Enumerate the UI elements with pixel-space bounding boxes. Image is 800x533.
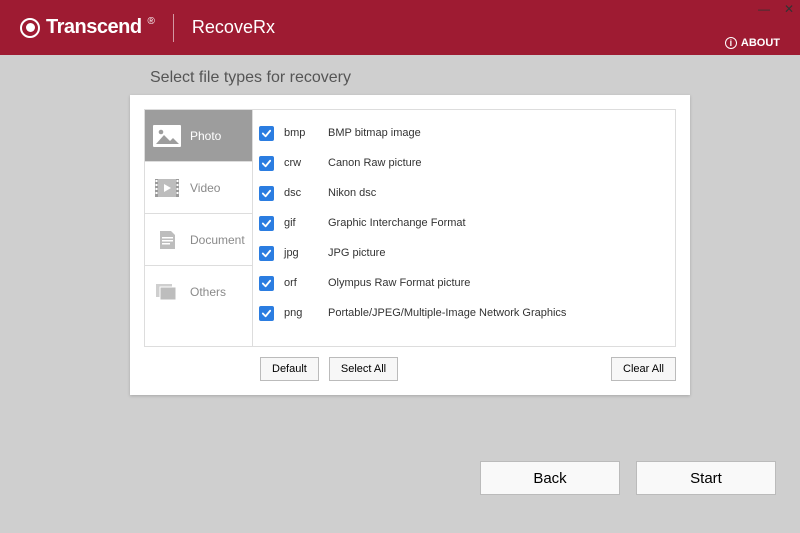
selection-panel: Photo Video — [130, 95, 690, 395]
category-photo[interactable]: Photo — [145, 110, 252, 162]
document-icon — [153, 229, 181, 251]
category-label: Photo — [190, 129, 221, 143]
checkbox[interactable] — [259, 246, 274, 261]
file-ext: gif — [284, 217, 318, 229]
file-desc: Olympus Raw Format picture — [328, 277, 470, 289]
file-desc: Canon Raw picture — [328, 157, 422, 169]
file-type-row: bmp BMP bitmap image — [259, 118, 669, 148]
app-name: RecoveRx — [192, 17, 275, 38]
app-header: Transcend ® RecoveRx i ABOUT — [0, 0, 800, 55]
file-desc: Graphic Interchange Format — [328, 217, 466, 229]
file-type-row: dsc Nikon dsc — [259, 178, 669, 208]
others-icon — [153, 281, 181, 303]
file-ext: dsc — [284, 187, 318, 199]
minimize-button[interactable]: — — [758, 2, 770, 16]
page-title: Select file types for recovery — [150, 69, 800, 87]
file-desc: Portable/JPEG/Multiple-Image Network Gra… — [328, 307, 566, 319]
check-icon — [261, 248, 272, 259]
about-button[interactable]: i ABOUT — [725, 37, 780, 49]
default-button[interactable]: Default — [260, 357, 319, 381]
file-type-row: crw Canon Raw picture — [259, 148, 669, 178]
check-icon — [261, 218, 272, 229]
file-type-row: png Portable/JPEG/Multiple-Image Network … — [259, 298, 669, 328]
brand-name: Transcend — [46, 16, 142, 39]
checkbox[interactable] — [259, 276, 274, 291]
checkbox[interactable] — [259, 306, 274, 321]
clear-all-button[interactable]: Clear All — [611, 357, 676, 381]
file-desc: Nikon dsc — [328, 187, 376, 199]
footer-buttons: Back Start — [480, 461, 776, 495]
close-button[interactable]: ✕ — [784, 2, 794, 16]
checkbox[interactable] — [259, 126, 274, 141]
file-desc: JPG picture — [328, 247, 385, 259]
category-video[interactable]: Video — [145, 162, 252, 214]
select-all-button[interactable]: Select All — [329, 357, 398, 381]
file-type-row: orf Olympus Raw Format picture — [259, 268, 669, 298]
checkbox[interactable] — [259, 156, 274, 171]
check-icon — [261, 158, 272, 169]
video-icon — [153, 177, 181, 199]
category-document[interactable]: Document — [145, 214, 252, 266]
check-icon — [261, 278, 272, 289]
window-controls: — ✕ — [758, 2, 794, 16]
photo-icon — [153, 125, 181, 147]
file-ext: jpg — [284, 247, 318, 259]
header-divider — [173, 14, 174, 42]
checkbox[interactable] — [259, 216, 274, 231]
file-type-row: jpg JPG picture — [259, 238, 669, 268]
check-icon — [261, 128, 272, 139]
file-ext: orf — [284, 277, 318, 289]
about-label: ABOUT — [741, 37, 780, 49]
file-type-row: gif Graphic Interchange Format — [259, 208, 669, 238]
file-type-list[interactable]: bmp BMP bitmap image crw Canon Raw picture d… — [252, 109, 676, 347]
file-desc: BMP bitmap image — [328, 127, 421, 139]
file-ext: crw — [284, 157, 318, 169]
info-icon: i — [725, 37, 737, 49]
check-icon — [261, 308, 272, 319]
registered-mark: ® — [148, 16, 155, 27]
brand-logo-icon — [20, 18, 40, 38]
back-button[interactable]: Back — [480, 461, 620, 495]
category-list: Photo Video — [144, 109, 252, 347]
list-buttons: Default Select All Clear All — [144, 357, 676, 381]
brand: Transcend ® — [20, 16, 155, 39]
category-label: Document — [190, 233, 245, 247]
file-ext: bmp — [284, 127, 318, 139]
category-label: Others — [190, 285, 226, 299]
category-label: Video — [190, 181, 220, 195]
checkbox[interactable] — [259, 186, 274, 201]
check-icon — [261, 188, 272, 199]
start-button[interactable]: Start — [636, 461, 776, 495]
category-others[interactable]: Others — [145, 266, 252, 318]
file-ext: png — [284, 307, 318, 319]
